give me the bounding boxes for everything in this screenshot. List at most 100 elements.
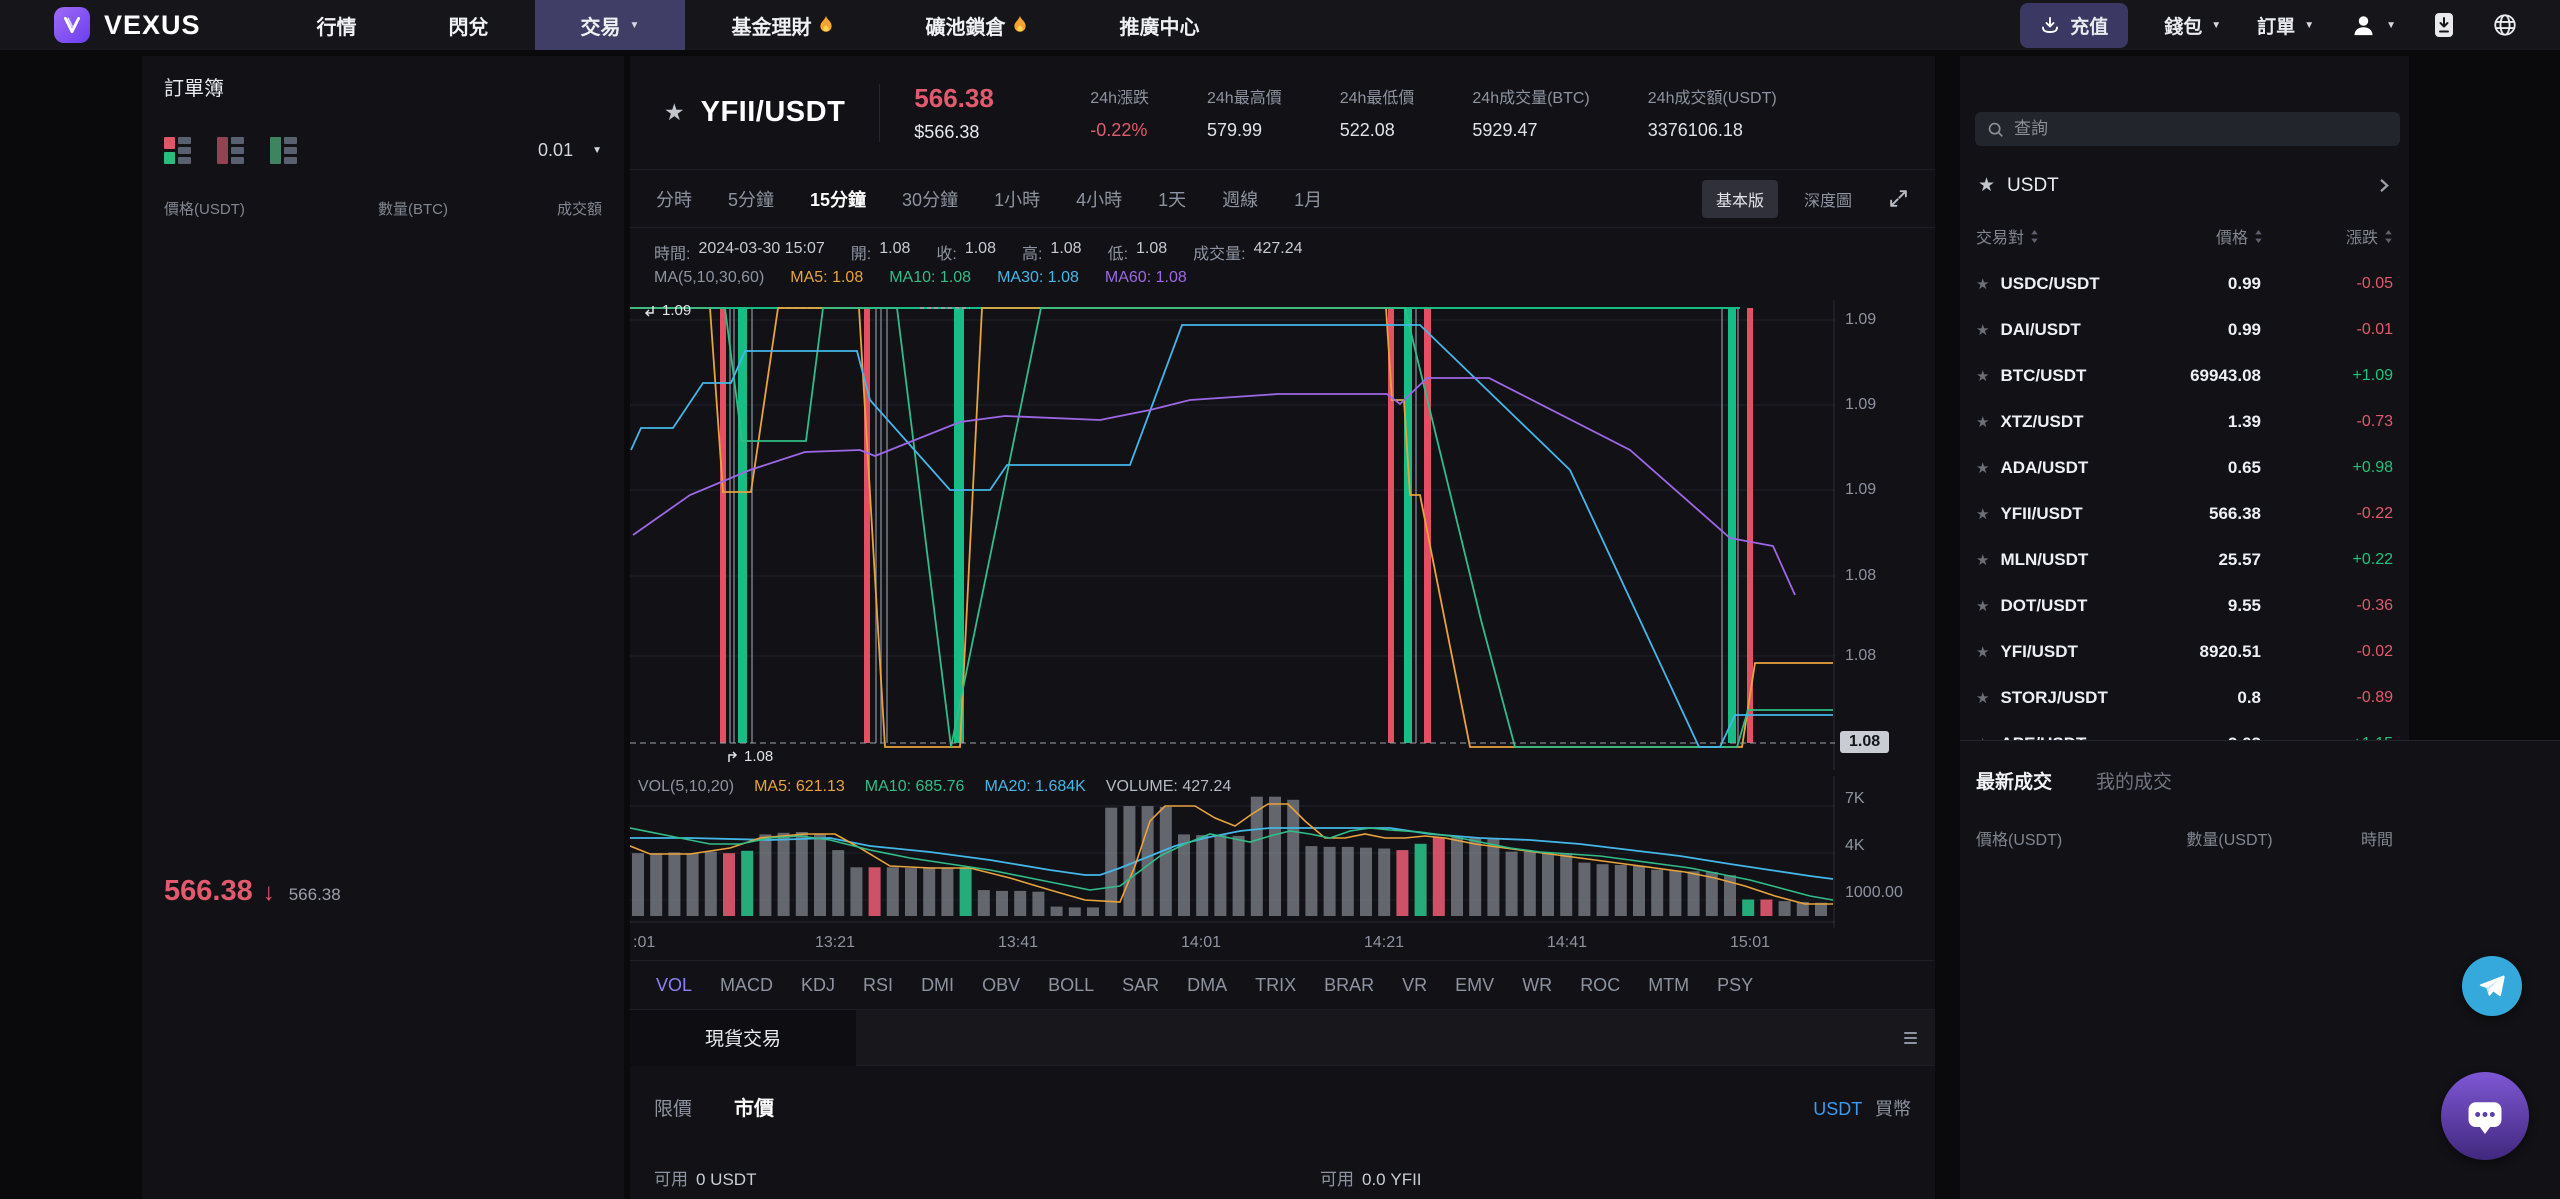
favorite-star-icon[interactable]: ★ xyxy=(1976,275,1989,293)
nav-item[interactable]: 礦池鎖倉 ▼ xyxy=(879,0,1073,50)
pair-title: YFII/USDT xyxy=(701,96,846,129)
indicator-tab[interactable]: EMV xyxy=(1455,975,1494,996)
pair-row[interactable]: ★ DAI/USDT 0.99 -0.01 xyxy=(1960,307,2409,353)
indicator-tab[interactable]: BOLL xyxy=(1048,975,1094,996)
deposit-button[interactable]: 充值 xyxy=(2020,3,2128,48)
indicator-tab[interactable]: OBV xyxy=(982,975,1020,996)
indicator-tab[interactable]: BRAR xyxy=(1324,975,1374,996)
timeframe-tab[interactable]: 15分鐘 xyxy=(810,186,866,212)
y-tick: 1.09 xyxy=(1845,481,1876,499)
search-input[interactable] xyxy=(2014,119,2388,139)
quote-currency-link[interactable]: USDT xyxy=(1813,1099,1862,1119)
pair-search[interactable] xyxy=(1975,112,2400,146)
limit-order-tab[interactable]: 限價 xyxy=(654,1094,692,1121)
pair-row[interactable]: ★ YFII/USDT 566.38 -0.22 xyxy=(1960,491,2409,537)
favorite-star-icon[interactable]: ★ xyxy=(1976,367,1989,385)
sort-icon xyxy=(2030,230,2039,243)
pair-row[interactable]: ★ BTC/USDT 69943.08 +1.09 xyxy=(1960,353,2409,399)
pair-row[interactable]: ★ APE/USDT 2.03 +1.15 xyxy=(1960,721,2409,740)
indicator-tab[interactable]: DMI xyxy=(921,975,954,996)
download-app-icon[interactable] xyxy=(2432,12,2456,38)
wallet-menu[interactable]: 錢包▼ xyxy=(2164,12,2221,39)
deposit-icon xyxy=(2040,15,2060,35)
candlestick-chart[interactable]: 1.09 1.09 1.09 1.08 1.08 1.08 1.09 1.08 xyxy=(630,300,1935,770)
ohlc-item: 成交量:427.24 xyxy=(1193,240,1302,264)
volume-chart[interactable]: VOL(5,10,20) MA5: 621.13MA10: 685.76MA20… xyxy=(630,776,1935,928)
orderbook-view-asks-icon[interactable] xyxy=(217,137,244,164)
indicator-tab[interactable]: VOL xyxy=(656,975,692,996)
spot-trade-tab[interactable]: 現貨交易 xyxy=(630,1010,856,1066)
orderbook-view-bids-icon[interactable] xyxy=(270,137,297,164)
language-globe-icon[interactable] xyxy=(2492,12,2518,38)
col-price[interactable]: 價格 xyxy=(2113,224,2263,248)
indicator-tab[interactable]: DMA xyxy=(1187,975,1227,996)
timeframe-tab[interactable]: 4小時 xyxy=(1076,186,1122,212)
buy-coin-label: 買幣 xyxy=(1875,1099,1911,1119)
pair-row[interactable]: ★ USDC/USDT 0.99 -0.05 xyxy=(1960,261,2409,307)
nav-item[interactable]: 基金理財 ▼ xyxy=(685,0,879,50)
favorite-star-icon[interactable]: ★ xyxy=(1976,413,1989,431)
my-trades-tab[interactable]: 我的成交 xyxy=(2096,767,2172,794)
account-menu[interactable]: ▼ xyxy=(2350,12,2396,39)
orders-menu[interactable]: 訂單▼ xyxy=(2257,12,2314,39)
timeframe-tab[interactable]: 分時 xyxy=(656,186,692,212)
favorite-star-icon[interactable]: ★ xyxy=(1976,597,1989,615)
ma-item: MA60: 1.08 xyxy=(1105,269,1187,287)
indicator-tab[interactable]: WR xyxy=(1522,975,1552,996)
indicator-tab[interactable]: ROC xyxy=(1580,975,1620,996)
ticker-stat: 24h漲跌 -0.22% xyxy=(1090,84,1149,141)
customer-service-button[interactable] xyxy=(2441,1072,2529,1160)
indicator-tab[interactable]: VR xyxy=(1402,975,1427,996)
favorite-star-icon[interactable]: ★ xyxy=(1976,459,1989,477)
chevron-down-icon: ▼ xyxy=(630,20,640,31)
depth-view-button[interactable]: 深度圖 xyxy=(1804,187,1852,211)
timeframe-tab[interactable]: 1月 xyxy=(1294,186,1322,212)
favorite-star-icon[interactable]: ★ xyxy=(1976,321,1989,339)
pair-row[interactable]: ★ XTZ/USDT 1.39 -0.73 xyxy=(1960,399,2409,445)
timeframe-tab[interactable]: 5分鐘 xyxy=(728,186,774,212)
fullscreen-icon[interactable] xyxy=(1888,188,1909,209)
market-order-tab[interactable]: 市價 xyxy=(734,1092,774,1121)
indicator-tab[interactable]: RSI xyxy=(863,975,893,996)
basic-view-button[interactable]: 基本版 xyxy=(1702,180,1778,218)
latest-trades-tab[interactable]: 最新成交 xyxy=(1976,767,2052,794)
favorite-star-icon[interactable]: ★ xyxy=(1976,643,1989,661)
timeframe-tab[interactable]: 1小時 xyxy=(994,186,1040,212)
market-group-usdt[interactable]: ★ USDT xyxy=(1978,174,2391,197)
ma-values: MA5: 1.08MA10: 1.08MA30: 1.08MA60: 1.08 xyxy=(790,269,1186,287)
indicator-tab[interactable]: TRIX xyxy=(1255,975,1296,996)
pair-row[interactable]: ★ STORJ/USDT 0.8 -0.89 xyxy=(1960,675,2409,721)
precision-dropdown[interactable]: 0.01 ▼ xyxy=(538,140,602,161)
pair-row[interactable]: ★ YFI/USDT 8920.51 -0.02 xyxy=(1960,629,2409,675)
nav-item[interactable]: 閃兌 ▼ xyxy=(403,0,535,50)
col-pair[interactable]: 交易對 xyxy=(1976,224,2113,248)
pair-row[interactable]: ★ DOT/USDT 9.55 -0.36 xyxy=(1960,583,2409,629)
favorite-star-icon[interactable]: ★ xyxy=(1976,689,1989,707)
telegram-button[interactable] xyxy=(2462,956,2522,1016)
orderbook-panel: 訂單簿 0.01 ▼ 價格(U xyxy=(142,56,624,1199)
indicator-tab[interactable]: MTM xyxy=(1648,975,1689,996)
favorite-star-icon[interactable]: ★ xyxy=(664,99,685,126)
col-change[interactable]: 漲跌 xyxy=(2263,224,2393,248)
timeframe-tab[interactable]: 1天 xyxy=(1158,186,1186,212)
col-total: 成交額 xyxy=(492,198,602,219)
nav-item[interactable]: 推廣中心 ▼ xyxy=(1073,0,1245,50)
indicator-tab[interactable]: PSY xyxy=(1717,975,1753,996)
pair-row[interactable]: ★ ADA/USDT 0.65 +0.98 xyxy=(1960,445,2409,491)
indicator-tab[interactable]: SAR xyxy=(1122,975,1159,996)
orderbook-view-both-icon[interactable] xyxy=(164,137,191,164)
nav-item[interactable]: 行情 ▼ xyxy=(271,0,403,50)
ma-item: MA30: 1.08 xyxy=(997,269,1079,287)
nav-item[interactable]: 交易 ▼ xyxy=(535,0,686,50)
timeframe-tab[interactable]: 30分鐘 xyxy=(902,186,958,212)
available-quote: 可用0 USDT xyxy=(654,1170,756,1189)
vexus-logo-icon[interactable] xyxy=(54,7,90,43)
panel-menu-icon[interactable] xyxy=(1904,1032,1917,1044)
favorite-star-icon[interactable]: ★ xyxy=(1976,551,1989,569)
timeframe-tab[interactable]: 週線 xyxy=(1222,186,1258,212)
favorite-star-icon[interactable]: ★ xyxy=(1976,505,1989,523)
indicator-tab[interactable]: KDJ xyxy=(801,975,835,996)
ticker-stat: 24h最高價 579.99 xyxy=(1207,84,1282,141)
pair-row[interactable]: ★ MLN/USDT 25.57 +0.22 xyxy=(1960,537,2409,583)
indicator-tab[interactable]: MACD xyxy=(720,975,773,996)
